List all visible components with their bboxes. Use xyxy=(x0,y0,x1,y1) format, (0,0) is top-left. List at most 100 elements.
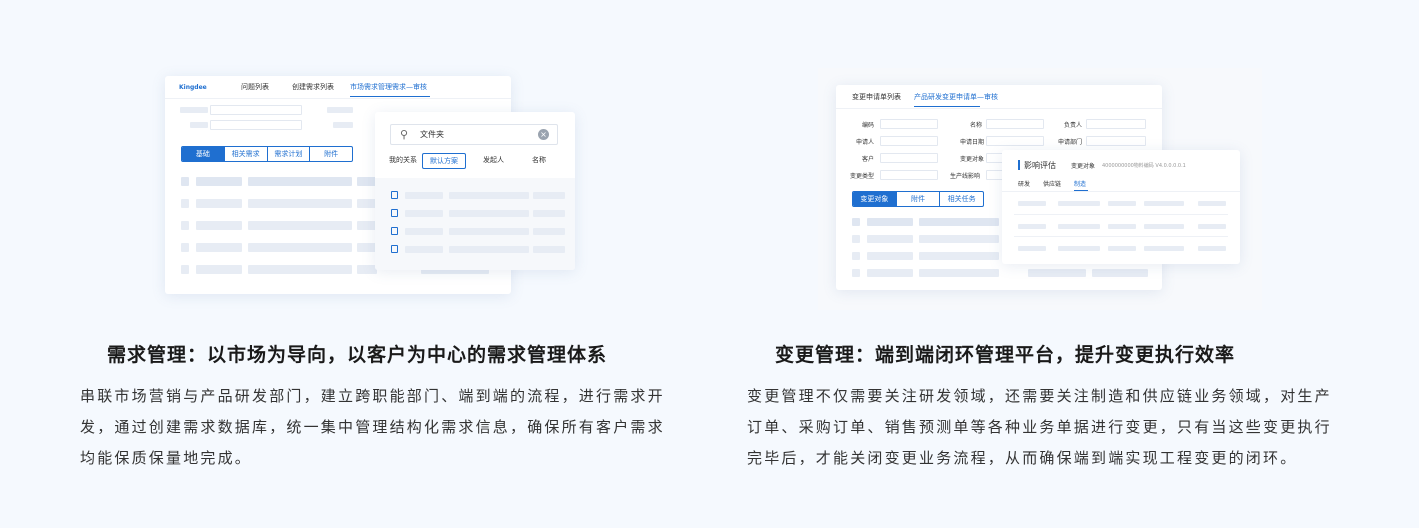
form-field-placeholder xyxy=(210,120,302,130)
form-field-name[interactable] xyxy=(986,119,1044,129)
table-row xyxy=(852,235,860,243)
form-field-owner[interactable] xyxy=(1086,119,1146,129)
requirements-heading: 需求管理：以市场为导向，以客户为中心的需求管理体系 xyxy=(107,344,608,366)
table-row xyxy=(1028,269,1086,277)
file-icon xyxy=(391,227,398,235)
table-row xyxy=(867,252,913,260)
form-label-name: 名称 xyxy=(970,122,983,129)
form-label-change-object: 变更对象 xyxy=(960,156,985,163)
form-label-apply-date: 申请日期 xyxy=(960,139,985,146)
table-row xyxy=(196,199,242,208)
table-row xyxy=(919,269,999,277)
tab-issue-list[interactable]: 问题列表 xyxy=(241,83,269,92)
folder-search-input[interactable]: ⚲ 文件夹 × xyxy=(390,124,558,145)
segment-related-tasks[interactable]: 相关任务 xyxy=(939,192,983,206)
table-row xyxy=(196,177,242,186)
form-label-owner: 负责人 xyxy=(1064,122,1083,129)
table-row xyxy=(181,221,189,230)
list-item xyxy=(1058,201,1100,206)
table-row xyxy=(867,235,913,243)
filter-name[interactable]: 名称 xyxy=(532,153,546,167)
tab-rnd[interactable]: 研发 xyxy=(1018,180,1030,189)
impact-assessment-title: 影响评估 xyxy=(1024,161,1056,170)
table-row xyxy=(357,265,377,274)
detail-segment-tabs[interactable]: 变更对象 附件 相关任务 xyxy=(852,191,984,207)
impact-assessment-popup: 影响评估 变更对象 4000000000物料编码 V4.0.0.0.0.1 研发… xyxy=(1002,150,1240,264)
segment-requirement-plan[interactable]: 需求计划 xyxy=(266,147,310,161)
form-field-applicant[interactable] xyxy=(880,136,938,146)
table-row xyxy=(357,199,377,208)
list-item xyxy=(1058,224,1100,229)
list-item xyxy=(1198,246,1226,251)
form-label-placeholder xyxy=(190,122,208,128)
table-row xyxy=(919,235,999,243)
table-row xyxy=(248,265,352,274)
list-item xyxy=(405,246,443,253)
list-item xyxy=(1018,246,1046,251)
table-row xyxy=(867,269,913,277)
change-paragraph: 变更管理不仅需要关注研发领域，还需要关注制造和供应链业务领域，对生产订单、采购订… xyxy=(747,387,1332,467)
list-item xyxy=(533,228,565,235)
list-item xyxy=(405,210,443,217)
tab-divider xyxy=(836,108,1162,109)
search-input-value: 文件夹 xyxy=(420,130,444,139)
table-row xyxy=(181,177,189,186)
form-label-placeholder xyxy=(333,122,353,128)
list-item xyxy=(533,246,565,253)
form-label-change-type: 变更类型 xyxy=(850,173,875,180)
change-object-label: 变更对象 xyxy=(1071,163,1096,170)
table-row xyxy=(852,252,860,260)
table-row xyxy=(196,265,242,274)
tab-divider xyxy=(165,98,511,99)
detail-segment-tabs[interactable]: 基础 相关需求 需求计划 附件 xyxy=(181,146,353,162)
filter-default-scheme[interactable]: 默认方案 xyxy=(422,153,466,169)
form-label-applicant: 申请人 xyxy=(856,139,875,146)
list-item xyxy=(1018,224,1046,229)
list-item xyxy=(1144,224,1184,229)
active-tab-indicator xyxy=(350,96,430,97)
table-row xyxy=(196,243,242,252)
tab-change-request-list[interactable]: 变更申请单列表 xyxy=(852,93,901,102)
file-icon xyxy=(391,191,398,199)
filter-my-relations[interactable]: 我的关系 xyxy=(389,153,417,167)
tab-manufacturing[interactable]: 制造 xyxy=(1074,180,1086,189)
form-field-customer[interactable] xyxy=(880,153,938,163)
tab-supply-chain[interactable]: 供应链 xyxy=(1043,180,1061,189)
form-field-apply-date[interactable] xyxy=(986,136,1044,146)
row-divider xyxy=(1014,236,1228,237)
row-divider xyxy=(1014,214,1228,215)
segment-attachments[interactable]: 附件 xyxy=(895,192,940,206)
segment-change-object[interactable]: 变更对象 xyxy=(853,192,896,206)
list-item xyxy=(449,228,529,235)
list-item xyxy=(1058,246,1100,251)
tab-create-requirement-list[interactable]: 创建需求列表 xyxy=(292,83,334,92)
form-label-placeholder xyxy=(180,107,208,113)
form-label-placeholder xyxy=(327,107,353,113)
list-item xyxy=(1108,201,1136,206)
tab-market-requirement-review[interactable]: 市场需求管理需求—审核 xyxy=(350,83,427,92)
segment-attachments[interactable]: 附件 xyxy=(309,147,352,161)
form-field-apply-dept[interactable] xyxy=(1086,136,1146,146)
table-row xyxy=(181,243,189,252)
table-row xyxy=(248,221,352,230)
list-item xyxy=(533,210,565,217)
folder-search-popup: ⚲ 文件夹 × 我的关系 默认方案 发起人 名称 xyxy=(375,112,575,270)
segment-basic[interactable]: 基础 xyxy=(182,147,224,161)
list-item xyxy=(1198,201,1226,206)
filter-initiator[interactable]: 发起人 xyxy=(483,153,504,167)
form-label-code: 编码 xyxy=(862,122,875,129)
tab-change-request-review[interactable]: 产品研发变更申请单—审核 xyxy=(914,93,998,102)
list-item xyxy=(1144,246,1184,251)
change-object-value: 4000000000物料编码 V4.0.0.0.0.1 xyxy=(1102,163,1186,169)
clear-icon[interactable]: × xyxy=(538,129,549,140)
active-tab-indicator xyxy=(914,106,980,107)
tab-divider xyxy=(1002,191,1240,192)
list-item xyxy=(405,192,443,199)
table-row xyxy=(357,177,377,186)
file-icon xyxy=(391,209,398,217)
form-field-change-type[interactable] xyxy=(880,170,938,180)
segment-related-requirements[interactable]: 相关需求 xyxy=(223,147,267,161)
form-field-code[interactable] xyxy=(880,119,938,129)
requirements-paragraph: 串联市场营销与产品研发部门，建立跨职能部门、端到端的流程，进行需求开发，通过创建… xyxy=(80,387,665,467)
list-item xyxy=(533,192,565,199)
